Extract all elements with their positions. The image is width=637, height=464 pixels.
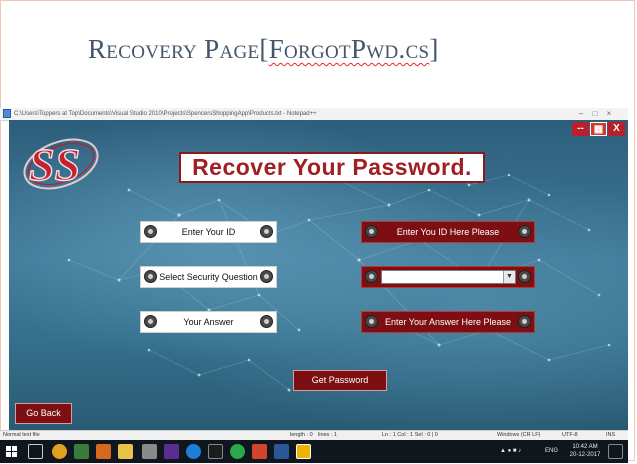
enter-id-label: Enter Your ID xyxy=(140,221,277,243)
gear-icon xyxy=(518,315,531,328)
security-question-panel: ▼ xyxy=(361,266,535,288)
notepad-status-bar: Normal text file length : 0 lines : 1 Ln… xyxy=(0,430,628,440)
get-password-button[interactable]: Get Password xyxy=(293,370,387,391)
status-eol: Windows (CR LF) xyxy=(497,432,541,438)
security-question-label: Select Security Question xyxy=(140,266,277,288)
notepad-app-icon xyxy=(3,109,11,118)
gear-icon xyxy=(260,270,273,283)
windows-start-icon[interactable] xyxy=(4,444,19,459)
notepad-plus-icon[interactable] xyxy=(74,444,89,459)
powerpoint-icon[interactable] xyxy=(252,444,267,459)
svg-text:SS: SS xyxy=(29,139,80,190)
minimize-icon[interactable]: – xyxy=(574,108,588,120)
gear-icon xyxy=(365,315,378,328)
gear-icon xyxy=(260,315,273,328)
system-tray-icons[interactable]: ▲ ● ■ ♪ xyxy=(500,440,521,463)
page-heading: Recover Your Password. xyxy=(192,154,472,180)
heading-box: Recover Your Password. xyxy=(179,152,485,183)
go-back-button[interactable]: Go Back xyxy=(15,403,72,424)
app-icon[interactable] xyxy=(230,444,245,459)
task-view-icon[interactable] xyxy=(28,444,43,459)
language-indicator[interactable]: ENG xyxy=(545,440,558,463)
gear-icon xyxy=(365,270,378,283)
clock[interactable]: 10:42 AM 20-12-2017 xyxy=(565,443,605,459)
gear-icon xyxy=(518,225,531,238)
ss-logo: SS xyxy=(23,138,99,191)
status-position: Ln : 1 Col : 1 Sel : 0 | 0 xyxy=(382,432,438,438)
form-minimize-button[interactable]: -- xyxy=(572,122,589,136)
chevron-down-icon[interactable]: ▼ xyxy=(503,271,515,283)
notepad-window-title: C:\Users\Toppers at Top\Documents\Visual… xyxy=(14,111,317,117)
status-lines: lines : 1 xyxy=(318,432,337,438)
clock-date: 20-12-2017 xyxy=(569,452,601,458)
windows-taskbar: ▲ ● ■ ♪ ENG 10:42 AM 20-12-2017 xyxy=(0,440,628,463)
slide-title: Recovery Page[ForgotPwd.cs] xyxy=(88,34,439,64)
status-encoding: UTF-8 xyxy=(562,432,578,438)
app-icon[interactable] xyxy=(296,444,311,459)
visual-studio-icon[interactable] xyxy=(164,444,179,459)
gear-icon xyxy=(365,225,378,238)
recovery-form-window: SS -- ▦ X Recover Your Password. Enter Y… xyxy=(9,120,628,430)
form-close-button[interactable]: X xyxy=(608,122,625,136)
status-ins: INS xyxy=(606,432,616,438)
calculator-icon[interactable]: ▦ xyxy=(590,122,607,136)
gear-icon xyxy=(144,270,157,283)
notification-icon[interactable] xyxy=(608,444,623,459)
security-question-dropdown[interactable]: ▼ xyxy=(381,270,516,284)
slide-title-filename: ForgotPwd.cs xyxy=(268,34,430,64)
your-answer-label: Your Answer xyxy=(140,311,277,333)
close-icon[interactable]: × xyxy=(602,108,616,120)
answer-input[interactable]: Enter Your Answer Here Please xyxy=(361,311,535,333)
id-input[interactable]: Enter You ID Here Please xyxy=(361,221,535,243)
edge-icon[interactable] xyxy=(186,444,201,459)
chrome-icon[interactable] xyxy=(52,444,67,459)
maximize-icon[interactable]: □ xyxy=(588,108,602,120)
word-icon[interactable] xyxy=(274,444,289,459)
file-explorer-icon[interactable] xyxy=(118,444,133,459)
tools-icon[interactable] xyxy=(142,444,157,459)
app-icon[interactable] xyxy=(96,444,111,459)
status-file-type: Normal text file xyxy=(3,432,40,438)
gear-icon xyxy=(144,225,157,238)
gear-icon xyxy=(518,270,531,283)
status-length: length : 0 xyxy=(290,432,313,438)
gear-icon xyxy=(144,315,157,328)
clock-time: 10:42 AM xyxy=(572,444,598,450)
gear-icon xyxy=(260,225,273,238)
terminal-icon[interactable] xyxy=(208,444,223,459)
